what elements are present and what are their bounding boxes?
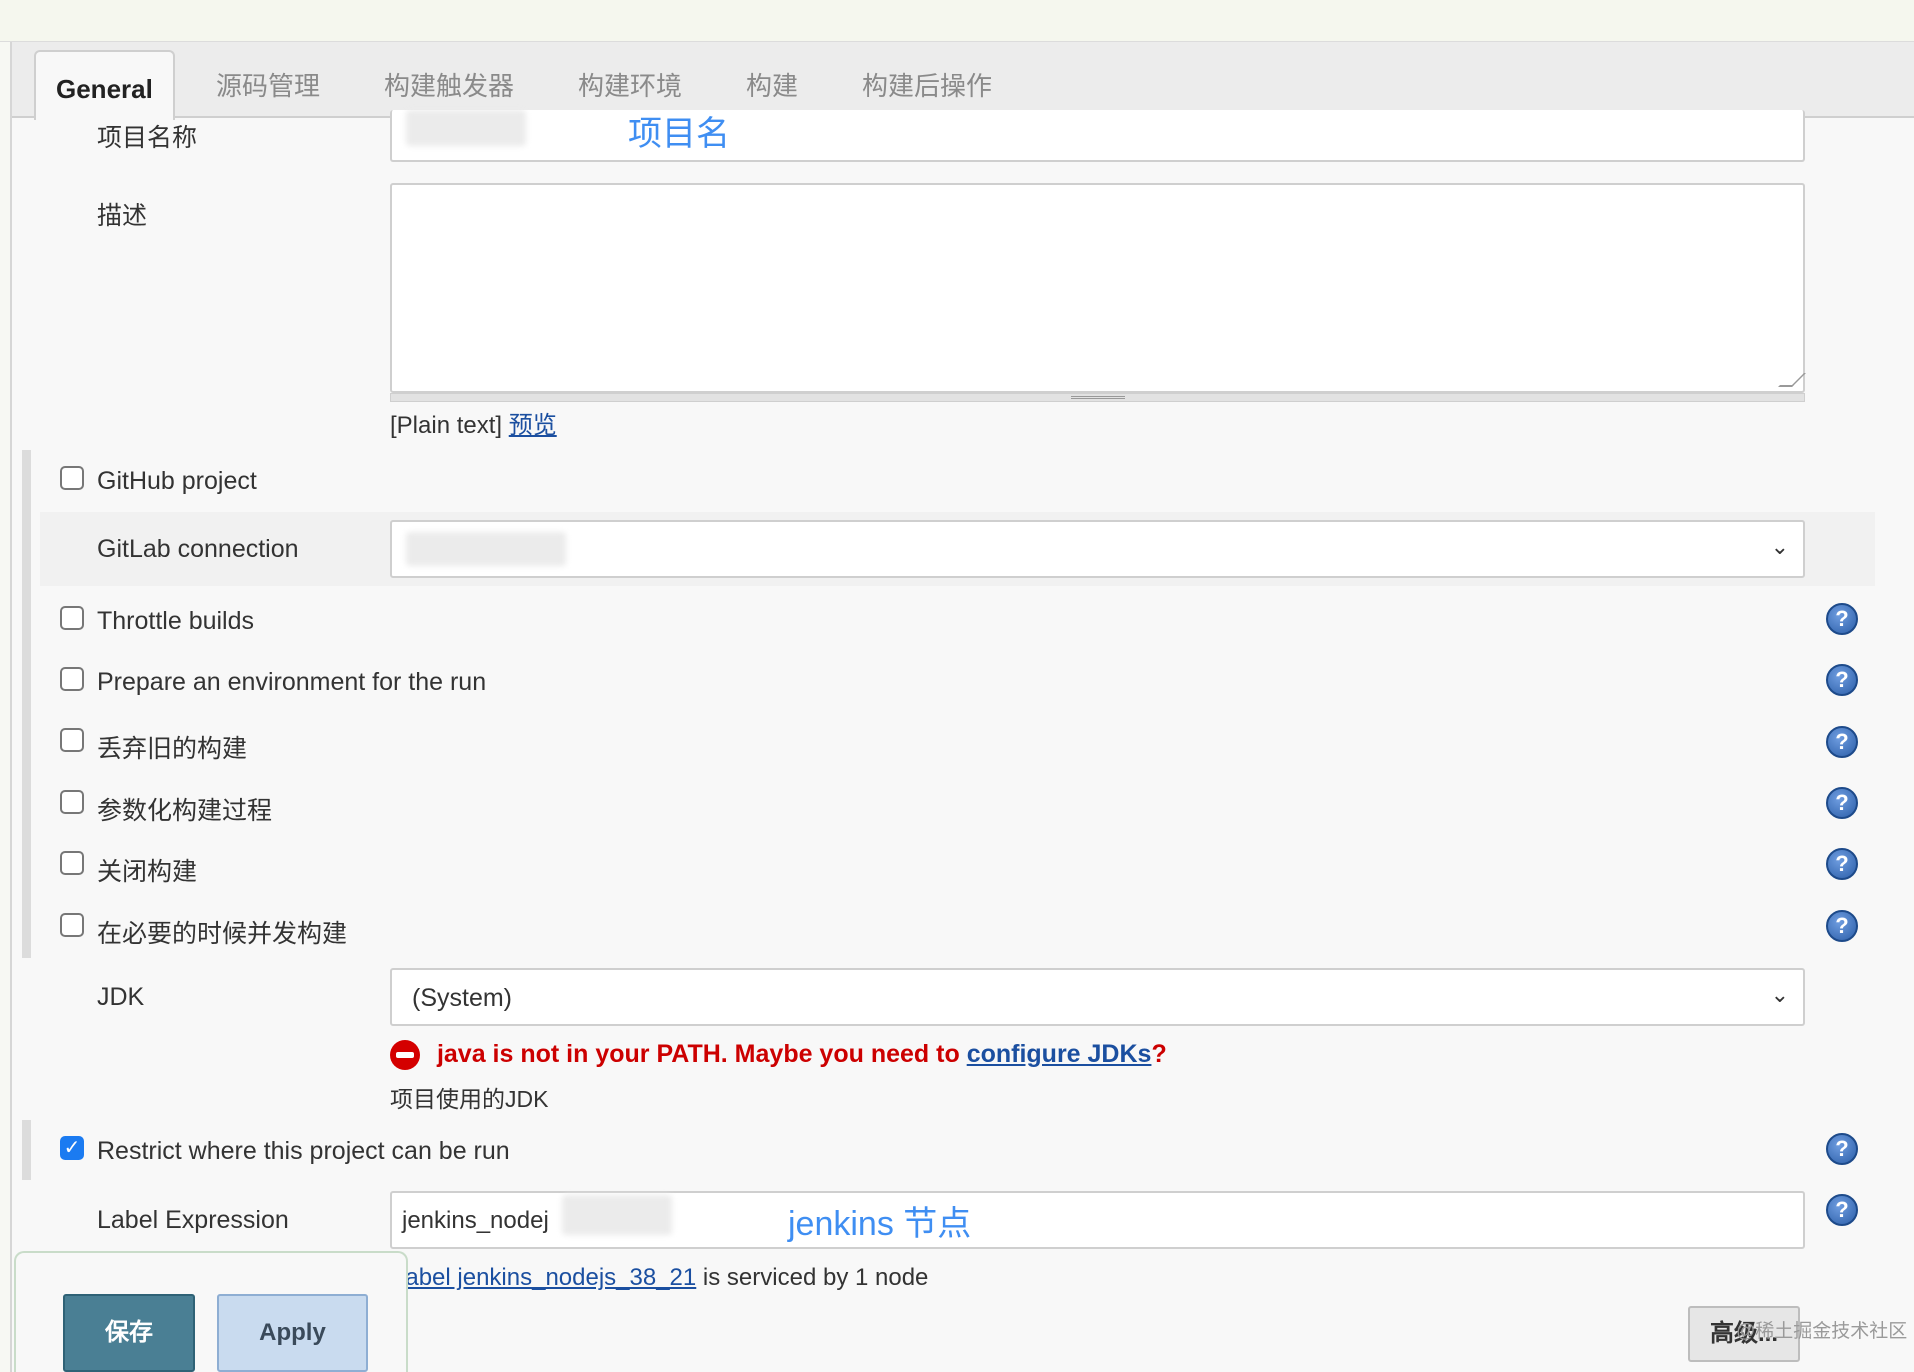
- label-expression-label: Label Expression: [97, 1206, 289, 1234]
- help-icon[interactable]: ?: [1826, 603, 1858, 635]
- help-icon[interactable]: ?: [1826, 910, 1858, 942]
- prepare-environment-label: Prepare an environment for the run: [97, 668, 487, 696]
- throttle-builds-checkbox[interactable]: [60, 606, 84, 630]
- github-project-label: GitHub project: [97, 467, 257, 495]
- project-name-input[interactable]: [390, 110, 1805, 162]
- help-icon[interactable]: ?: [1826, 664, 1858, 696]
- jdk-error-suffix: ?: [1151, 1040, 1167, 1068]
- label-status: Label jenkins_nodejs_38_21 is serviced b…: [392, 1264, 928, 1292]
- plain-text-label: [Plain text]: [390, 412, 503, 439]
- restrict-label: Restrict where this project can be run: [97, 1137, 510, 1165]
- gitlab-connection-label: GitLab connection: [97, 535, 299, 563]
- project-name-label: 项目名称: [97, 124, 198, 152]
- label-expression-hint: jenkins 节点: [788, 1205, 972, 1243]
- redacted-value: [562, 1195, 672, 1235]
- configure-jdks-link[interactable]: configure JDKs: [967, 1040, 1152, 1068]
- description-label: 描述: [97, 202, 148, 230]
- label-status-link[interactable]: Label jenkins_nodejs_38_21: [392, 1264, 696, 1291]
- tab-build[interactable]: 构建: [746, 66, 798, 103]
- help-icon[interactable]: ?: [1826, 1133, 1858, 1165]
- discard-old-builds-checkbox[interactable]: [60, 728, 84, 752]
- grip-lines-icon: [1071, 396, 1125, 399]
- section-indicator: [22, 1120, 31, 1180]
- jdk-selected-value: (System): [412, 984, 512, 1012]
- help-icon[interactable]: ?: [1826, 726, 1858, 758]
- prepare-environment-checkbox[interactable]: [60, 667, 84, 691]
- textarea-resize-bar[interactable]: [390, 393, 1805, 402]
- watermark: @稀土掘金技术社区: [1736, 1321, 1908, 1342]
- top-strip: [0, 0, 1914, 42]
- jdk-error-message: java is not in your PATH. Maybe you need…: [390, 1040, 1167, 1071]
- redacted-value: [406, 110, 526, 146]
- project-name-hint: 项目名: [628, 115, 730, 153]
- throttle-builds-label: Throttle builds: [97, 607, 255, 635]
- preview-link[interactable]: 预览: [509, 412, 557, 439]
- tab-build-triggers[interactable]: 构建触发器: [384, 66, 514, 103]
- help-icon[interactable]: ?: [1826, 787, 1858, 819]
- tab-post-build-actions[interactable]: 构建后操作: [862, 66, 992, 103]
- label-expression-input[interactable]: jenkins_nodej: [390, 1191, 1805, 1249]
- discard-old-builds-label: 丢弃旧的构建: [97, 735, 248, 763]
- chevron-down-icon: ⌄: [1770, 534, 1789, 559]
- help-icon[interactable]: ?: [1826, 1194, 1858, 1226]
- restrict-checkbox[interactable]: ✓: [60, 1136, 84, 1160]
- section-indicator: [22, 450, 31, 958]
- resize-grip-icon[interactable]: [1778, 373, 1806, 387]
- parameterized-build-label: 参数化构建过程: [97, 797, 273, 825]
- disable-build-label: 关闭构建: [97, 858, 198, 886]
- tab-source-management[interactable]: 源码管理: [216, 66, 320, 103]
- apply-button[interactable]: Apply: [217, 1294, 368, 1372]
- disable-build-checkbox[interactable]: [60, 851, 84, 875]
- parameterized-build-checkbox[interactable]: [60, 790, 84, 814]
- help-icon[interactable]: ?: [1826, 848, 1858, 880]
- tab-build-environment[interactable]: 构建环境: [578, 66, 682, 103]
- jdk-select[interactable]: (System) ⌄: [390, 968, 1805, 1026]
- jdk-label: JDK: [97, 983, 145, 1011]
- label-status-suffix: is serviced by 1 node: [696, 1264, 929, 1291]
- jdk-help-text: 项目使用的JDK: [390, 1086, 549, 1112]
- concurrent-build-label: 在必要的时候并发构建: [97, 920, 348, 948]
- redacted-value: [406, 532, 566, 566]
- concurrent-build-checkbox[interactable]: [60, 913, 84, 937]
- jdk-error-text: java is not in your PATH. Maybe you need…: [436, 1040, 960, 1068]
- description-textarea[interactable]: [390, 183, 1806, 393]
- label-expression-value: jenkins_nodej: [402, 1207, 549, 1234]
- chevron-down-icon: ⌄: [1770, 982, 1789, 1007]
- error-icon: [390, 1040, 420, 1071]
- tab-bar: General 源码管理 构建触发器 构建环境 构建 构建后操作: [12, 42, 1914, 120]
- save-button[interactable]: 保存: [63, 1294, 195, 1372]
- description-format-note: [Plain text] 预览: [390, 405, 557, 440]
- github-project-checkbox[interactable]: [60, 466, 84, 490]
- gitlab-connection-select[interactable]: ⌄: [390, 520, 1805, 578]
- tab-general[interactable]: General: [34, 50, 175, 120]
